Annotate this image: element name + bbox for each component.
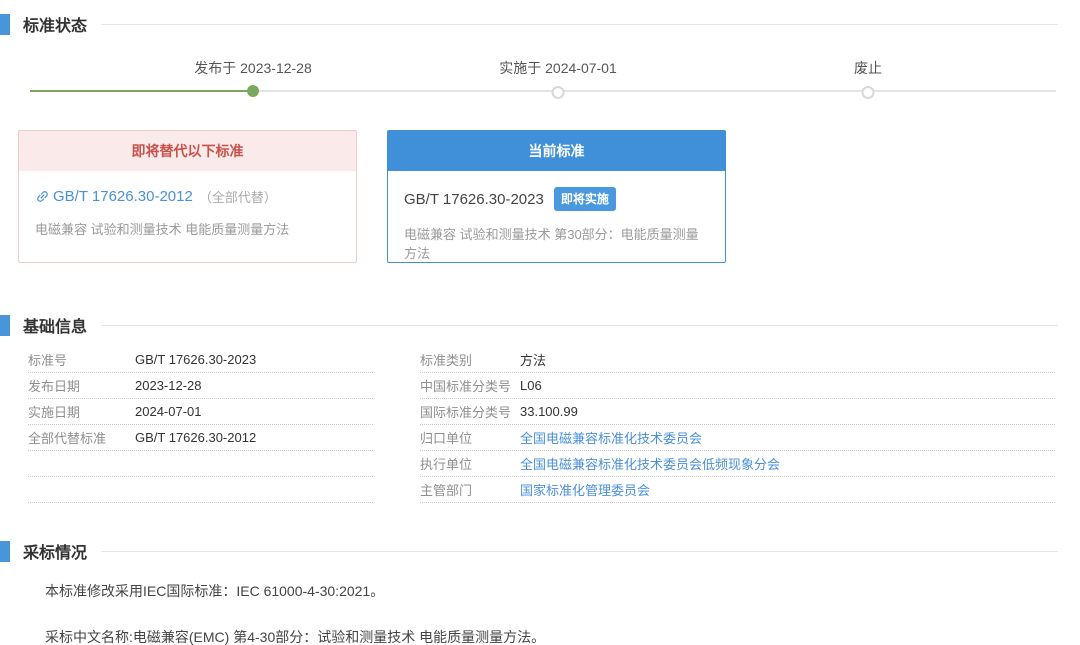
current-card-body: GB/T 17626.30-2023 即将实施 电磁兼容 试验和测量技术 第30…: [388, 171, 725, 262]
chain-link-icon: [32, 186, 53, 207]
section-rule: [101, 24, 1058, 25]
basic-info-left-column: 标准号 GB/T 17626.30-2023 发布日期 2023-12-28 实…: [28, 347, 373, 503]
org-link-executive-unit[interactable]: 全国电磁兼容标准化技术委员会低频现象分会: [520, 454, 780, 473]
status-badge: 即将实施: [554, 187, 616, 211]
row-label: 主管部门: [420, 480, 520, 499]
timeline-progress: [30, 90, 254, 92]
current-standard-code: GB/T 17626.30-2023: [404, 191, 544, 208]
table-row: 归口单位 全国电磁兼容标准化技术委员会: [420, 425, 1055, 451]
timeline-event-effective-label: 实施于 2024-07-01: [499, 58, 617, 78]
section-rule: [101, 551, 1058, 552]
row-label: 全部代替标准: [28, 428, 135, 447]
row-label: 归口单位: [420, 428, 520, 447]
row-label: 实施日期: [28, 402, 135, 421]
table-row: 标准类别 方法: [420, 347, 1055, 373]
row-value: 2024-07-01: [135, 404, 202, 419]
table-row: 发布日期 2023-12-28: [28, 373, 373, 399]
replaced-standard-card: 即将替代以下标准 GB/T 17626.30-2012 （全部代替） 电磁兼容 …: [18, 130, 357, 263]
replaced-standard-link[interactable]: GB/T 17626.30-2012: [53, 188, 193, 205]
section-title: 基础信息: [23, 313, 87, 337]
adoption-line-iec: 本标准修改采用IEC国际标准：IEC 61000-4-30:2021。: [45, 581, 1080, 601]
basic-info-table: 标准号 GB/T 17626.30-2023 发布日期 2023-12-28 实…: [28, 347, 1080, 503]
table-row: 执行单位 全国电磁兼容标准化技术委员会低频现象分会: [420, 451, 1055, 477]
row-value: GB/T 17626.30-2023: [135, 352, 256, 367]
section-marker: [0, 541, 10, 562]
section-rule: [101, 325, 1058, 326]
table-row: 标准号 GB/T 17626.30-2023: [28, 347, 373, 373]
org-link-competent-department[interactable]: 国家标准化管理委员会: [520, 480, 650, 499]
row-value: 方法: [520, 350, 546, 369]
table-row: 实施日期 2024-07-01: [28, 399, 373, 425]
replaced-card-body: GB/T 17626.30-2012 （全部代替） 电磁兼容 试验和测量技术 电…: [19, 171, 356, 257]
replaced-card-header: 即将替代以下标准: [19, 131, 356, 171]
standard-status-timeline: 发布于 2023-12-28 实施于 2024-07-01 废止: [0, 38, 1080, 100]
current-card-header: 当前标准: [388, 131, 725, 171]
table-row: [28, 477, 373, 503]
timeline-dot-effective: [552, 86, 565, 99]
section-marker: [0, 14, 10, 35]
row-label: 标准号: [28, 350, 135, 369]
table-row: 主管部门 国家标准化管理委员会: [420, 477, 1055, 503]
section-marker: [0, 315, 10, 336]
standard-cards-row: 即将替代以下标准 GB/T 17626.30-2012 （全部代替） 电磁兼容 …: [18, 130, 1080, 263]
row-value: L06: [520, 378, 542, 393]
table-row: 全部代替标准 GB/T 17626.30-2012: [28, 425, 373, 451]
status-section-header: 标准状态: [0, 12, 1080, 36]
row-value: 2023-12-28: [135, 378, 202, 393]
timeline-event-abolished-label: 废止: [854, 58, 882, 78]
row-value: GB/T 17626.30-2012: [135, 430, 256, 445]
row-value: 33.100.99: [520, 404, 578, 419]
adoption-line-chinese-name: 采标中文名称:电磁兼容(EMC) 第4-30部分：试验和测量技术 电能质量测量方…: [45, 627, 1080, 645]
adoption-section-header: 采标情况: [0, 539, 1080, 563]
timeline-dot-abolished: [862, 86, 875, 99]
basic-info-right-column: 标准类别 方法 中国标准分类号 L06 国际标准分类号 33.100.99 归口…: [420, 347, 1055, 503]
table-row: [28, 451, 373, 477]
row-label: 执行单位: [420, 454, 520, 473]
row-label: 国际标准分类号: [420, 402, 520, 421]
table-row: 中国标准分类号 L06: [420, 373, 1055, 399]
timeline-dot-published: [247, 85, 259, 97]
timeline-event-published-label: 发布于 2023-12-28: [194, 58, 312, 78]
standard-detail-page: 标准状态 发布于 2023-12-28 实施于 2024-07-01 废止 即将…: [0, 0, 1080, 645]
section-title: 标准状态: [23, 12, 87, 36]
replace-scope-note: （全部代替）: [199, 187, 277, 206]
table-row: 国际标准分类号 33.100.99: [420, 399, 1055, 425]
org-link-centralized-unit[interactable]: 全国电磁兼容标准化技术委员会: [520, 428, 702, 447]
row-label: 中国标准分类号: [420, 376, 520, 395]
row-label: 标准类别: [420, 350, 520, 369]
current-standard-description: 电磁兼容 试验和测量技术 第30部分：电能质量测量方法: [404, 224, 709, 262]
basic-info-section-header: 基础信息: [0, 313, 1080, 337]
replaced-standard-description: 电磁兼容 试验和测量技术 电能质量测量方法: [35, 219, 340, 238]
row-label: 发布日期: [28, 376, 135, 395]
section-title: 采标情况: [23, 539, 87, 563]
current-standard-card: 当前标准 GB/T 17626.30-2023 即将实施 电磁兼容 试验和测量技…: [387, 130, 726, 263]
